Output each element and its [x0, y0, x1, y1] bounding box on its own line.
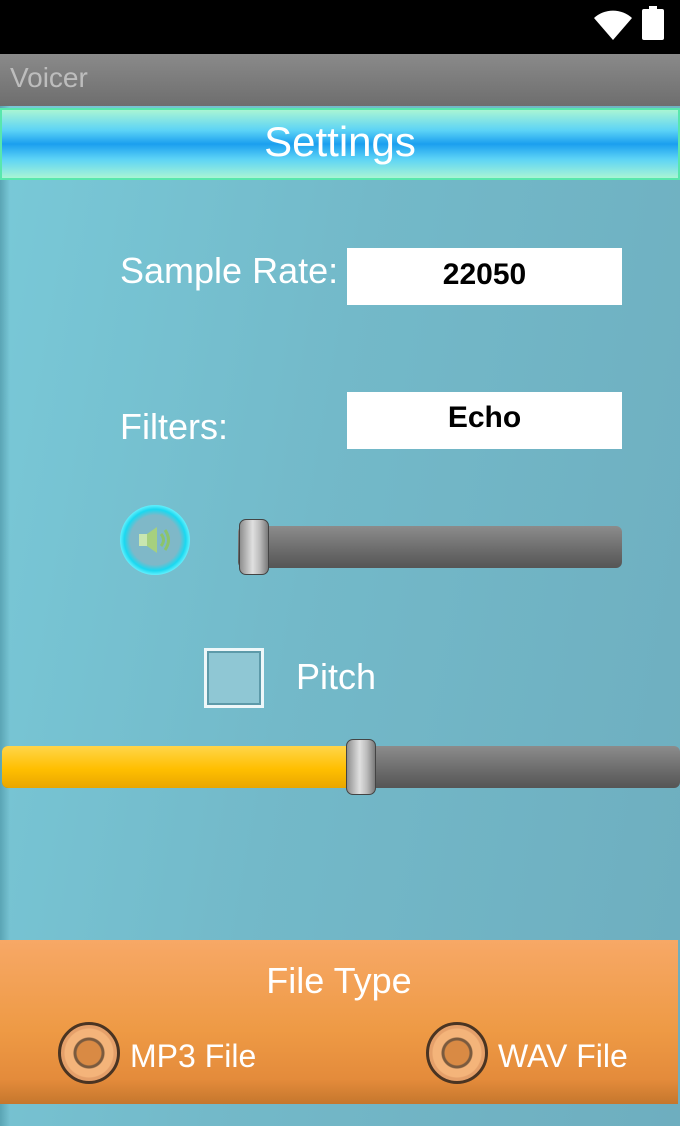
wifi-icon — [594, 10, 632, 40]
app-title-bar: Voicer — [0, 54, 680, 106]
volume-slider-thumb[interactable] — [239, 519, 269, 575]
settings-screen: Settings Sample Rate: 22050 Filters: Ech… — [0, 106, 680, 1126]
speaker-icon[interactable] — [120, 505, 190, 575]
mp3-radio[interactable] — [58, 1022, 120, 1084]
filters-label: Filters: — [120, 406, 228, 447]
wav-label[interactable]: WAV File — [498, 1038, 628, 1075]
sample-rate-label: Sample Rate: — [120, 250, 339, 291]
file-type-title: File Type — [266, 960, 412, 1001]
volume-slider-track[interactable] — [238, 526, 622, 568]
pitch-slider-thumb[interactable] — [346, 739, 376, 795]
pitch-checkbox[interactable] — [204, 648, 264, 708]
filters-field[interactable]: Echo — [347, 392, 622, 449]
status-bar — [0, 0, 680, 54]
page-title: Settings — [264, 118, 416, 165]
settings-header: Settings — [0, 108, 680, 180]
battery-icon — [642, 6, 664, 40]
file-type-panel: File Type MP3 File WAV File — [0, 940, 678, 1104]
pitch-slider-fill — [2, 746, 360, 788]
mp3-label[interactable]: MP3 File — [130, 1038, 256, 1075]
pitch-label: Pitch — [296, 656, 377, 697]
sample-rate-field[interactable]: 22050 — [347, 248, 622, 305]
wav-radio[interactable] — [426, 1022, 488, 1084]
app-title: Voicer — [10, 62, 88, 93]
